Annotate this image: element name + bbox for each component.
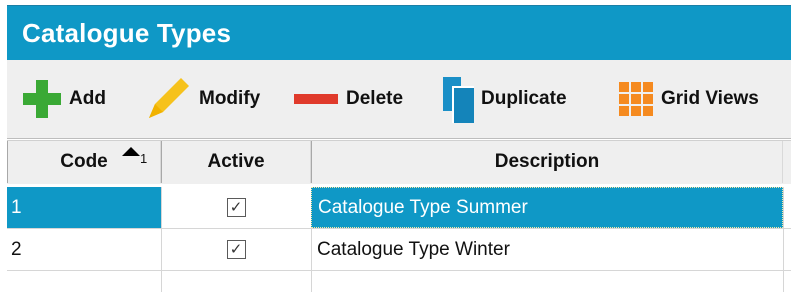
cell-description[interactable]: Catalogue Type Winter (311, 229, 783, 270)
grid-views-label: Grid Views (661, 88, 759, 109)
column-label-description: Description (494, 151, 600, 172)
active-checkbox[interactable]: ✓ (226, 198, 246, 217)
modify-label: Modify (199, 88, 261, 109)
grid-icon (619, 82, 653, 116)
add-button[interactable]: Add (23, 60, 106, 138)
column-label-active: Active (207, 151, 265, 172)
cell-active[interactable]: ✓ (161, 187, 311, 228)
delete-label: Delete (346, 88, 404, 109)
toolbar: Add Modify Delete Duplicate Grid Views (7, 60, 791, 139)
cell-description[interactable]: Catalogue Type Summer (311, 187, 783, 228)
modify-button[interactable]: Modify (145, 60, 260, 138)
column-header-code[interactable]: Code 1 (7, 141, 161, 183)
column-header-description[interactable]: Description (311, 141, 783, 183)
column-header-active[interactable]: Active (161, 141, 311, 183)
minus-icon (294, 94, 338, 104)
table-row-empty (7, 271, 791, 292)
catalogue-types-grid: Code 1 Active Description 1 ✓ Catalogue … (7, 140, 791, 292)
pencil-icon (145, 76, 191, 122)
cell-code[interactable]: 2 (7, 229, 161, 270)
cell-active[interactable]: ✓ (161, 229, 311, 270)
table-row[interactable]: 2 ✓ Catalogue Type Winter (7, 229, 791, 271)
grid-views-button[interactable]: Grid Views (619, 60, 759, 138)
sort-ascending-icon (122, 147, 140, 156)
active-checkbox[interactable]: ✓ (226, 240, 246, 259)
add-label: Add (69, 88, 106, 109)
delete-button[interactable]: Delete (294, 60, 403, 138)
column-label-code: Code (60, 151, 108, 172)
duplicate-label: Duplicate (481, 88, 567, 109)
sort-order-number: 1 (140, 151, 148, 166)
duplicate-icon (443, 77, 474, 123)
cell-code[interactable]: 1 (7, 187, 161, 228)
plus-icon (23, 80, 61, 118)
table-header: Code 1 Active Description (7, 140, 791, 184)
table-row[interactable]: 1 ✓ Catalogue Type Summer (7, 187, 791, 229)
title-bar: Catalogue Types (7, 5, 791, 60)
duplicate-button[interactable]: Duplicate (443, 60, 567, 138)
window-title: Catalogue Types (22, 18, 232, 48)
